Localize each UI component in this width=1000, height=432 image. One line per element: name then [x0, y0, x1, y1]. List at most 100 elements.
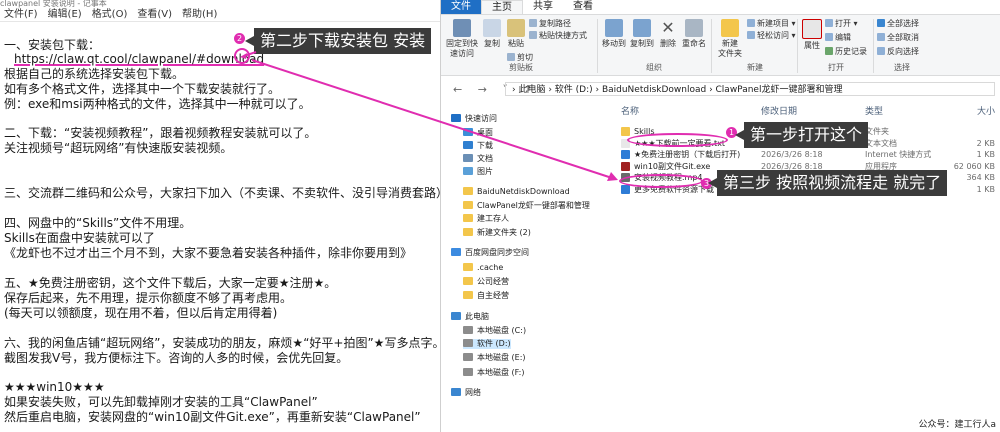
copy-to-button[interactable]: 复制到: [629, 19, 655, 49]
nav-item-label: ClawPanel龙虾一键部署和管理: [477, 201, 590, 210]
rename-button[interactable]: 重命名: [681, 19, 707, 49]
nav-item[interactable]: 网络: [451, 388, 481, 398]
invert-selection-icon: [877, 47, 885, 55]
text-line: 五、★免费注册密钥，这个文件下载后，大家一定要★注册★。: [4, 276, 337, 290]
copy-button[interactable]: 复制: [481, 19, 503, 49]
column-date[interactable]: 修改日期: [761, 104, 797, 117]
open-button[interactable]: 打开 ▾: [825, 18, 858, 29]
delete-button[interactable]: ✕ 删除: [657, 19, 679, 49]
select-none-button[interactable]: 全部取消: [877, 32, 919, 43]
nav-item[interactable]: BaiduNetdiskDownload: [463, 187, 570, 197]
nav-item[interactable]: 软件 (D:): [463, 339, 511, 349]
nav-item[interactable]: 本地磁盘 (E:): [463, 353, 526, 363]
step2-callout: 第二步下载安装包 安装: [244, 28, 432, 54]
new-group-label: 新建: [747, 63, 763, 72]
select-all-button[interactable]: 全部选择: [877, 18, 919, 29]
nav-item[interactable]: 百度网盘同步空间: [451, 248, 529, 258]
nav-item-label: 公司经营: [477, 277, 509, 286]
file-name: win10副文件Git.exe: [634, 161, 711, 171]
new-folder-button[interactable]: 新建 文件夹: [715, 19, 745, 59]
cloud-icon: [451, 248, 461, 256]
text-line: ★★★win10★★★: [4, 380, 105, 394]
tab-file[interactable]: 文件: [441, 0, 481, 14]
tab-home[interactable]: 主页: [481, 0, 523, 14]
menu-help[interactable]: 帮助(H): [182, 8, 217, 21]
copy-to-icon: [633, 19, 651, 37]
computer-icon: [451, 312, 461, 320]
step1-callout: 第一步打开这个: [734, 122, 869, 148]
text-line: 如有多个格式文件，选择其中一个下载安装就行了。: [4, 82, 281, 96]
nav-item-label: 本地磁盘 (E:): [477, 353, 526, 362]
folder-icon: [463, 263, 473, 271]
drive-icon: [463, 353, 473, 361]
file-row[interactable]: ★免费注册密钥（下载后打开) 2026/3/26 8:18 Internet 快捷方…: [621, 149, 1000, 160]
nav-item[interactable]: 公司经营: [463, 277, 509, 287]
nav-item-label: 新建文件夹 (2): [477, 228, 531, 237]
step3-callout: 第三步 按照视频流程走 就完了: [707, 170, 948, 196]
tab-share[interactable]: 共享: [523, 0, 563, 14]
properties-button[interactable]: 属性: [801, 19, 823, 51]
ribbon-divider: [797, 19, 798, 73]
nav-item[interactable]: ClawPanel龙虾一键部署和管理: [463, 201, 590, 211]
folder-icon: [621, 127, 630, 136]
invert-selection-button[interactable]: 反向选择: [877, 46, 919, 57]
nav-item-label: 本地磁盘 (C:): [477, 326, 527, 335]
new-item-button[interactable]: 新建项目 ▾: [747, 18, 796, 29]
highlight-ellipse-step3: [619, 174, 703, 188]
file-type: 文本文档: [865, 138, 897, 148]
nav-item[interactable]: 自主经营: [463, 291, 509, 301]
ribbon-divider: [873, 19, 874, 73]
column-name[interactable]: 名称: [621, 104, 639, 117]
nav-item-label: 百度网盘同步空间: [465, 248, 529, 257]
nav-item[interactable]: 新建文件夹 (2): [463, 228, 531, 238]
nav-item-label: BaiduNetdiskDownload: [477, 187, 570, 196]
delete-icon: ✕: [661, 18, 675, 37]
history-button[interactable]: 历史记录: [825, 46, 867, 57]
menu-view[interactable]: 查看(V): [137, 8, 172, 21]
menu-edit[interactable]: 编辑(E): [48, 8, 82, 21]
pin-quick-access-button[interactable]: 固定到快 速访问: [445, 19, 479, 59]
menu-file[interactable]: 文件(F): [4, 8, 38, 21]
column-type[interactable]: 类型: [865, 104, 883, 117]
nav-item[interactable]: 此电脑: [451, 312, 489, 322]
download-link[interactable]: https://claw.qt.cool/clawpanel/#download: [14, 52, 264, 66]
nav-item[interactable]: 本地磁盘 (F:): [463, 368, 524, 378]
notepad-title: clawpanel 安装说明 - 记事本: [0, 0, 440, 8]
move-to-icon: [605, 19, 623, 37]
tab-view[interactable]: 查看: [563, 0, 603, 14]
open-icon: [825, 19, 833, 27]
nav-item-label: 网络: [465, 388, 481, 397]
nav-item[interactable]: 本地磁盘 (C:): [463, 326, 526, 336]
select-none-icon: [877, 33, 885, 41]
download-url[interactable]: https://claw.qt.cool/clawpanel/#download: [14, 52, 264, 66]
copy-path-button[interactable]: 复制路径: [529, 18, 571, 29]
nav-item[interactable]: .cache: [463, 263, 503, 273]
column-size[interactable]: 大小: [977, 104, 995, 117]
drive-icon: [463, 339, 473, 347]
folder-icon: [463, 291, 473, 299]
nav-item-label: 建工存人: [477, 214, 509, 223]
text-line: 截图发我V号，我方便标注下。咨询的人多的时候，会优先回复。: [4, 351, 349, 365]
edit-button[interactable]: 编辑: [825, 32, 851, 43]
notepad-menubar: 文件(F) 编辑(E) 格式(O) 查看(V) 帮助(H): [0, 8, 440, 22]
nav-item[interactable]: 建工存人: [463, 214, 509, 224]
file-size: 364 KB: [966, 173, 995, 182]
menu-format[interactable]: 格式(O): [92, 8, 128, 21]
history-icon: [825, 47, 833, 55]
paste-shortcut-button[interactable]: 粘贴快捷方式: [529, 30, 587, 41]
nav-item-label: 本地磁盘 (F:): [477, 368, 525, 377]
step2-badge: 2: [234, 33, 245, 44]
step3-connector-arrow: [251, 59, 618, 181]
copy-icon: [483, 19, 501, 37]
folder-icon: [463, 228, 473, 236]
easy-access-button[interactable]: 轻松访问 ▾: [747, 30, 796, 41]
text-line: 根据自己的系统选择安装包下载。: [4, 67, 185, 81]
file-name: ★免费注册密钥（下载后打开): [634, 150, 741, 159]
paste-icon: [507, 19, 525, 37]
pin-icon: [453, 19, 471, 37]
paste-button[interactable]: 粘贴: [505, 19, 527, 49]
text-line: 一、安装包下载：: [4, 38, 101, 52]
properties-icon: [802, 19, 822, 39]
text-line: 关注视频号“超玩网络”有快速版安装视频。: [4, 141, 233, 155]
move-to-button[interactable]: 移动到: [601, 19, 627, 49]
